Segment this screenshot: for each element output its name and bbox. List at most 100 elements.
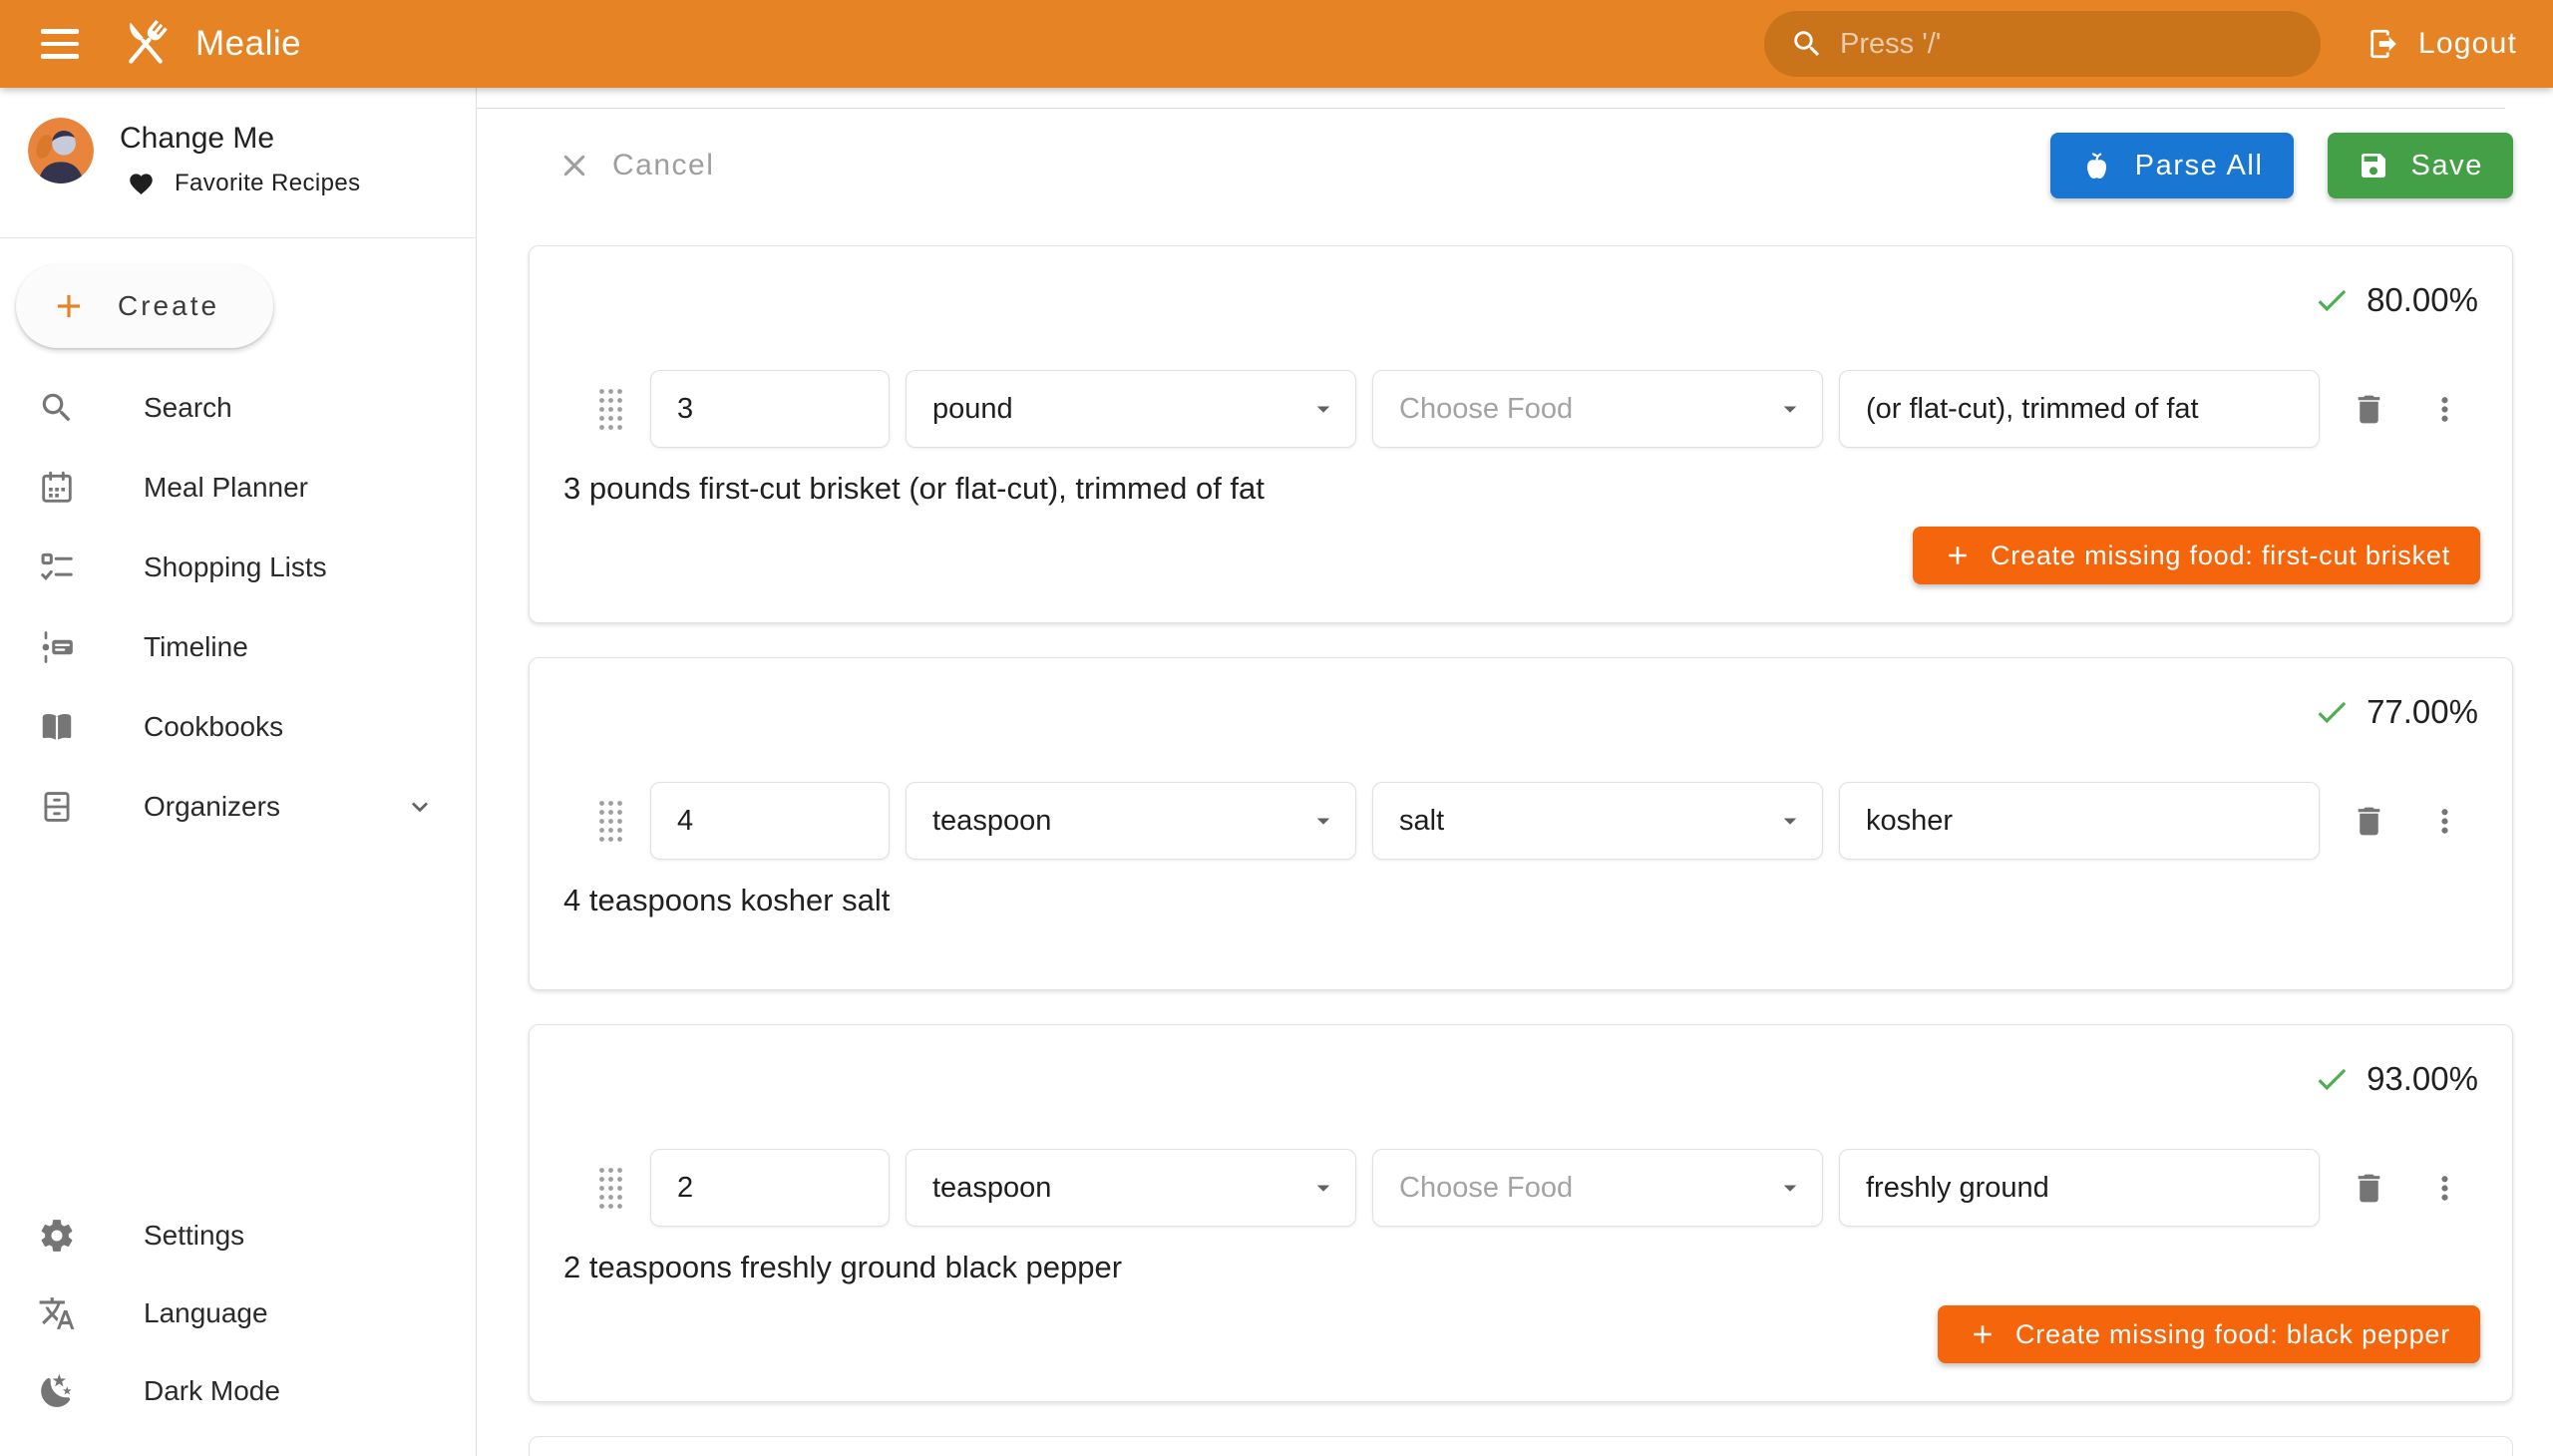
- note-input[interactable]: [1839, 782, 2320, 860]
- food-input[interactable]: [1372, 1149, 1823, 1227]
- ingredient-card: 80.00%: [529, 245, 2513, 623]
- original-ingredient-text: 4 teaspoons kosher salt: [563, 881, 2480, 920]
- user-section: Change Me Favorite Recipes: [0, 88, 476, 237]
- unit-select: [906, 1149, 1356, 1227]
- logout-label: Logout: [2418, 27, 2517, 61]
- create-label: Create: [118, 290, 219, 322]
- main-content: Cancel Parse All Save 80.00%: [477, 88, 2553, 1456]
- drag-handle-icon[interactable]: [597, 799, 624, 844]
- ingredient-fields-row: [561, 1149, 2480, 1227]
- logout-button[interactable]: Logout: [2367, 27, 2517, 61]
- delete-ingredient-button[interactable]: [2342, 794, 2395, 848]
- note-input[interactable]: [1839, 370, 2320, 448]
- sidebar-nav: Search Meal Planner: [0, 368, 476, 847]
- quantity-input[interactable]: [650, 370, 890, 448]
- drag-handle-icon[interactable]: [597, 387, 624, 432]
- sidebar-divider: [0, 237, 476, 238]
- sidebar-item-organizers[interactable]: Organizers: [0, 767, 476, 847]
- check-icon: [2313, 281, 2351, 319]
- kebab-menu-icon[interactable]: [2417, 1161, 2471, 1215]
- trash-icon: [2351, 803, 2387, 840]
- ingredient-fields-row: [561, 782, 2480, 860]
- parse-all-button[interactable]: Parse All: [2050, 133, 2294, 198]
- original-ingredient-text: 2 teaspoons freshly ground black pepper: [563, 1248, 2480, 1287]
- archive-cabinet-icon: [36, 788, 78, 826]
- create-missing-food-button[interactable]: Create missing food: black pepper: [1938, 1305, 2480, 1363]
- sidebar-item-shopping-lists[interactable]: Shopping Lists: [0, 528, 476, 607]
- ingredient-fields-row: [561, 370, 2480, 448]
- app-title: Mealie: [195, 24, 301, 64]
- confidence-row: 93.00%: [561, 1059, 2480, 1099]
- original-ingredient-text: 3 pounds first-cut brisket (or flat-cut)…: [563, 469, 2480, 509]
- delete-ingredient-button[interactable]: [2342, 1161, 2395, 1215]
- parser-actions-row: Cancel Parse All Save: [529, 133, 2513, 198]
- plus-icon: [1968, 1319, 1998, 1349]
- quantity-input[interactable]: [650, 1149, 890, 1227]
- sidebar-item-dark-mode[interactable]: Dark Mode: [0, 1352, 476, 1430]
- confidence-row: 77.00%: [561, 692, 2480, 732]
- sidebar-item-search[interactable]: Search: [0, 368, 476, 448]
- confidence-value: 93.00%: [2367, 1060, 2478, 1098]
- book-icon: [36, 708, 78, 746]
- create-missing-food-button[interactable]: Create missing food: first-cut brisket: [1913, 527, 2480, 584]
- unit-input[interactable]: [906, 1149, 1356, 1227]
- checklist-icon: [36, 548, 78, 586]
- timeline-icon: [36, 628, 78, 666]
- food-input[interactable]: [1372, 370, 1823, 448]
- sidebar-item-timeline[interactable]: Timeline: [0, 607, 476, 687]
- sidebar-item-cookbooks[interactable]: Cookbooks: [0, 687, 476, 767]
- delete-ingredient-button[interactable]: [2342, 382, 2395, 436]
- plus-icon: [50, 287, 88, 325]
- unit-select: [906, 782, 1356, 860]
- apple-icon: [2080, 150, 2113, 182]
- ingredient-card-partial: [529, 1436, 2513, 1456]
- card-actions: Create missing food: black pepper: [561, 1305, 2480, 1363]
- sidebar-item-meal-planner[interactable]: Meal Planner: [0, 448, 476, 528]
- food-select: [1372, 782, 1823, 860]
- save-button[interactable]: Save: [2328, 133, 2514, 198]
- translate-icon: [36, 1294, 78, 1332]
- food-select: [1372, 1149, 1823, 1227]
- kebab-menu-icon[interactable]: [2417, 794, 2471, 848]
- sidebar-item-language[interactable]: Language: [0, 1274, 476, 1352]
- unit-input[interactable]: [906, 370, 1356, 448]
- mealie-logo-icon: [116, 14, 176, 74]
- unit-input[interactable]: [906, 782, 1356, 860]
- close-icon: [558, 150, 590, 182]
- confidence-value: 80.00%: [2367, 281, 2478, 319]
- save-icon: [2358, 150, 2389, 182]
- cancel-button[interactable]: Cancel: [558, 149, 714, 182]
- logout-icon: [2367, 27, 2400, 61]
- quantity-input[interactable]: [650, 782, 890, 860]
- global-search[interactable]: [1764, 11, 2321, 77]
- avatar[interactable]: [28, 118, 94, 183]
- ingredient-card: 77.00%: [529, 657, 2513, 990]
- ingredient-card: 93.00%: [529, 1024, 2513, 1402]
- favorite-recipes-label: Favorite Recipes: [175, 170, 360, 197]
- kebab-menu-icon[interactable]: [2417, 382, 2471, 436]
- check-icon: [2313, 1060, 2351, 1098]
- search-icon: [36, 389, 78, 427]
- search-input[interactable]: [1840, 28, 2295, 61]
- gear-icon: [36, 1217, 78, 1255]
- app-bar: Mealie Logout: [0, 0, 2553, 88]
- sidebar: Change Me Favorite Recipes Create Search: [0, 88, 477, 1456]
- note-input[interactable]: [1839, 1149, 2320, 1227]
- sidebar-bottom-nav: Settings Language Dark Mode: [0, 1197, 476, 1456]
- search-icon: [1790, 27, 1824, 61]
- heart-icon: [128, 171, 155, 197]
- chevron-down-icon[interactable]: [404, 791, 436, 823]
- plus-icon: [1943, 541, 1973, 570]
- menu-icon[interactable]: [30, 18, 90, 70]
- user-name: Change Me: [120, 122, 360, 156]
- card-actions: Create missing food: first-cut brisket: [561, 527, 2480, 584]
- food-select: [1372, 370, 1823, 448]
- unit-select: [906, 370, 1356, 448]
- sidebar-item-settings[interactable]: Settings: [0, 1197, 476, 1274]
- food-input[interactable]: [1372, 782, 1823, 860]
- confidence-value: 77.00%: [2367, 693, 2478, 731]
- favorite-recipes-link[interactable]: Favorite Recipes: [128, 170, 360, 197]
- confidence-row: 80.00%: [561, 280, 2480, 320]
- create-button[interactable]: Create: [16, 264, 273, 348]
- drag-handle-icon[interactable]: [597, 1166, 624, 1211]
